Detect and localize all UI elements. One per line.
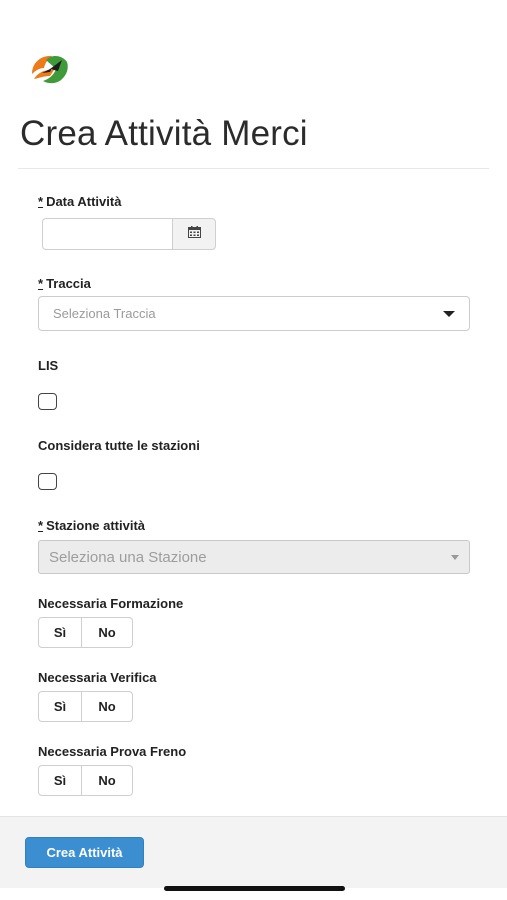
stazione-select[interactable]: Seleziona una Stazione xyxy=(38,540,470,574)
traccia-label: * Traccia xyxy=(38,276,91,291)
prova-freno-si-button[interactable]: Sì xyxy=(38,765,82,796)
traccia-select[interactable]: Seleziona Traccia xyxy=(38,296,470,331)
home-indicator[interactable] xyxy=(164,886,345,891)
stazione-label: * Stazione attività xyxy=(38,518,145,533)
data-attivita-label-text: Data Attività xyxy=(46,194,122,209)
required-marker: * xyxy=(38,518,44,533)
verifica-toggle: Sì No xyxy=(38,691,133,722)
page-title: Crea Attività Merci xyxy=(20,114,308,153)
considera-stazioni-checkbox[interactable] xyxy=(38,473,57,490)
verifica-si-button[interactable]: Sì xyxy=(38,691,82,722)
considera-stazioni-label: Considera tutte le stazioni xyxy=(38,438,200,453)
traccia-placeholder: Seleziona Traccia xyxy=(53,306,156,321)
required-marker: * xyxy=(38,276,44,291)
verifica-no-button[interactable]: No xyxy=(82,691,133,722)
verifica-label: Necessaria Verifica xyxy=(38,670,157,685)
train-logo-icon xyxy=(28,52,72,90)
data-attivita-input[interactable] xyxy=(42,218,172,250)
caret-down-icon xyxy=(451,554,459,560)
formazione-label: Necessaria Formazione xyxy=(38,596,184,611)
traccia-label-text: Traccia xyxy=(46,276,91,291)
formazione-si-button[interactable]: Sì xyxy=(38,617,82,648)
formazione-toggle: Sì No xyxy=(38,617,133,648)
calendar-icon xyxy=(187,225,201,243)
stazione-label-text: Stazione attività xyxy=(46,518,146,533)
prova-freno-toggle: Sì No xyxy=(38,765,133,796)
prova-freno-label: Necessaria Prova Freno xyxy=(38,744,187,759)
crea-attivita-button[interactable]: Crea Attività xyxy=(25,837,144,868)
caret-down-icon xyxy=(443,310,455,317)
prova-freno-no-button[interactable]: No xyxy=(82,765,133,796)
lis-label: LIS xyxy=(38,358,59,373)
required-marker: * xyxy=(38,194,44,209)
formazione-no-button[interactable]: No xyxy=(82,617,133,648)
data-attivita-label: * Data Attività xyxy=(38,194,121,209)
lis-checkbox[interactable] xyxy=(38,393,57,410)
stazione-placeholder: Seleziona una Stazione xyxy=(49,548,207,566)
date-picker xyxy=(42,218,216,250)
title-divider xyxy=(18,168,489,169)
calendar-button[interactable] xyxy=(172,218,216,250)
